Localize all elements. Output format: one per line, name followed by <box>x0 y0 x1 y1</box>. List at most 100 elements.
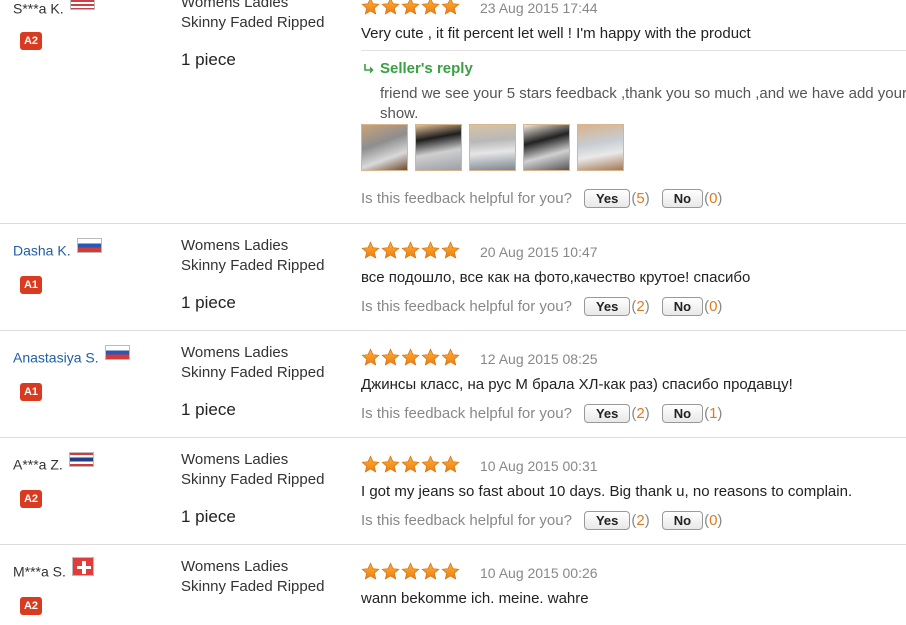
no-button[interactable]: No <box>661 189 704 208</box>
star-icon <box>361 0 380 16</box>
star-icon <box>381 241 400 260</box>
buyer-name[interactable]: Dasha K. <box>13 242 71 258</box>
review-date: 23 Aug 2015 17:44 <box>480 0 598 16</box>
ru-flag-icon <box>104 344 130 360</box>
review-item: S***a K. A2 Womens Ladies Skinny Faded R… <box>0 0 906 224</box>
star-icon <box>381 0 400 16</box>
buyer-info: M***a S. <box>13 557 94 581</box>
rating-stars <box>361 241 460 260</box>
buyer-info: Anastasiya S. <box>13 344 130 365</box>
buyer-name: A***a Z. <box>13 456 63 473</box>
star-icon <box>441 241 460 260</box>
helpful-prompt: Is this feedback helpful for you? <box>361 405 572 422</box>
yes-button[interactable]: Yes <box>583 404 631 423</box>
helpful-row: Is this feedback helpful for you? Yes (2… <box>361 297 722 316</box>
yes-count: (2) <box>631 512 650 529</box>
review-photo-thumbnail[interactable] <box>415 124 462 171</box>
yes-count-value: 5 <box>636 190 645 207</box>
review-item: Dasha K. A1 Womens Ladies Skinny Faded R… <box>0 224 906 331</box>
buyer-level-badge: A1 <box>20 383 42 401</box>
rating-stars <box>361 0 460 16</box>
yes-button[interactable]: Yes <box>583 511 631 530</box>
product-line-2: Skinny Faded Ripped <box>181 578 325 595</box>
seller-reply-header: Seller's reply <box>362 60 473 77</box>
review-photo-thumbnail[interactable] <box>469 124 516 171</box>
no-count: (0) <box>704 190 723 207</box>
star-icon <box>381 455 400 474</box>
star-icon <box>381 562 400 581</box>
review-photo-thumbnail[interactable] <box>361 124 408 171</box>
review-comment: wann bekomme ich. meine. wahre <box>361 590 589 607</box>
quantity: 1 piece <box>181 400 236 419</box>
reply-divider <box>361 50 906 51</box>
star-icon <box>421 455 440 474</box>
product-line-1: Womens Ladies <box>181 451 289 468</box>
star-icon <box>421 562 440 581</box>
no-button[interactable]: No <box>661 511 704 530</box>
seller-reply-label: Seller's reply <box>380 60 473 77</box>
quantity: 1 piece <box>181 507 236 526</box>
review-photo-thumbnail[interactable] <box>577 124 624 171</box>
yes-count: (2) <box>631 298 650 315</box>
buyer-name: S***a K. <box>13 0 64 17</box>
ru-flag-icon <box>76 237 102 253</box>
no-button[interactable]: No <box>661 404 704 423</box>
buyer-level-badge: A1 <box>20 276 42 294</box>
helpful-prompt: Is this feedback helpful for you? <box>361 190 572 207</box>
no-count-value: 1 <box>709 405 718 422</box>
helpful-row: Is this feedback helpful for you? Yes (2… <box>361 404 722 423</box>
buyer-name: M***a S. <box>13 563 66 580</box>
buyer-name[interactable]: Anastasiya S. <box>13 349 99 365</box>
no-count: (1) <box>704 405 723 422</box>
product-name: Womens Ladies Skinny Faded Ripped <box>181 557 324 597</box>
buyer-info: Dasha K. <box>13 237 102 258</box>
buyer-info: S***a K. <box>13 0 95 16</box>
star-icon <box>401 0 420 16</box>
quantity: 1 piece <box>181 293 236 312</box>
review-comment: Very cute , it fit percent let well ! I'… <box>361 25 751 42</box>
review-date: 12 Aug 2015 08:25 <box>480 351 598 367</box>
helpful-row: Is this feedback helpful for you? Yes (2… <box>361 511 722 530</box>
review-item: M***a S. A2 Womens Ladies Skinny Faded R… <box>0 545 906 625</box>
star-icon <box>421 241 440 260</box>
rating-stars <box>361 562 460 581</box>
product-line-2: Skinny Faded Ripped <box>181 257 325 274</box>
star-icon <box>421 348 440 367</box>
no-count-value: 0 <box>709 190 718 207</box>
us-flag-icon <box>69 0 95 10</box>
no-count-value: 0 <box>709 298 718 315</box>
yes-count: (2) <box>631 405 650 422</box>
no-count: (0) <box>704 298 723 315</box>
review-date: 10 Aug 2015 00:26 <box>480 565 598 581</box>
star-icon <box>401 348 420 367</box>
star-icon <box>401 562 420 581</box>
seller-reply-text: friend we see your 5 stars feedback ,tha… <box>380 85 906 122</box>
review-date: 10 Aug 2015 00:31 <box>480 458 598 474</box>
buyer-level-badge: A2 <box>20 597 42 615</box>
yes-button[interactable]: Yes <box>583 189 631 208</box>
product-line-2: Skinny Faded Ripped <box>181 364 325 381</box>
star-icon <box>441 562 460 581</box>
star-icon <box>361 348 380 367</box>
product-name: Womens Ladies Skinny Faded Ripped <box>181 450 324 490</box>
star-icon <box>441 0 460 16</box>
yes-button[interactable]: Yes <box>583 297 631 316</box>
no-count-value: 0 <box>709 512 718 529</box>
helpful-prompt: Is this feedback helpful for you? <box>361 512 572 529</box>
review-comment: Джинсы класс, на рус М брала ХЛ-как раз)… <box>361 376 793 393</box>
rating-stars <box>361 455 460 474</box>
rating-stars <box>361 348 460 367</box>
review-photos <box>361 124 624 171</box>
star-icon <box>401 455 420 474</box>
product-name: Womens Ladies Skinny Faded Ripped <box>181 343 324 383</box>
helpful-row: Is this feedback helpful for you? Yes (5… <box>361 189 722 208</box>
ch-flag-icon <box>71 557 94 576</box>
review-comment: I got my jeans so fast about 10 days. Bi… <box>361 483 853 500</box>
review-item: Anastasiya S. A1 Womens Ladies Skinny Fa… <box>0 331 906 438</box>
star-icon <box>361 562 380 581</box>
quantity: 1 piece <box>181 50 236 69</box>
no-count: (0) <box>704 512 723 529</box>
no-button[interactable]: No <box>661 297 704 316</box>
product-line-1: Womens Ladies <box>181 344 289 361</box>
review-photo-thumbnail[interactable] <box>523 124 570 171</box>
